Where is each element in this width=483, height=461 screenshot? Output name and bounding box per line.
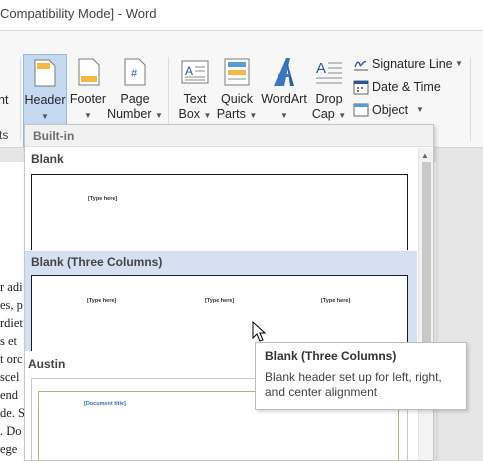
drop-cap-label-line2: Cap (311, 107, 335, 121)
object-icon (353, 103, 369, 117)
tooltip-description: Blank header set up for left, right, and… (265, 370, 442, 399)
tooltip: Blank (Three Columns) Blank header set u… (255, 342, 467, 410)
date-time-icon (353, 80, 369, 95)
page-number-label-line1: Page (120, 92, 150, 106)
chevron-down-icon: ▼ (203, 111, 212, 120)
chevron-down-icon: ▼ (280, 111, 288, 120)
chevron-down-icon: ▼ (455, 59, 463, 68)
partial-left-button-label[interactable]: nt (0, 93, 8, 108)
doc-text-line: de. S (0, 406, 25, 420)
wordart-label: WordArt (261, 92, 307, 106)
doc-text-line: rdiet (0, 316, 23, 330)
header-gallery-dropdown: Built-in Blank [Type here] Blank (Three … (24, 124, 434, 461)
gallery-category-label: Built-in (33, 129, 75, 143)
placeholder-text: [Type here] (205, 298, 235, 304)
doc-text-line: end (0, 388, 19, 402)
window-title: Compatibility Mode] - Word (0, 6, 157, 21)
object-label: Object (372, 103, 409, 117)
drop-cap-label-line1: Drop (315, 92, 343, 106)
text-box-label-line1: Text (183, 92, 207, 106)
object-button[interactable]: Object ▼ (351, 101, 467, 121)
placeholder-text: [Type here] (88, 196, 118, 202)
signature-line-icon (354, 60, 368, 71)
tooltip-title: Blank (Three Columns) (265, 349, 397, 363)
doc-text-line: r adi (0, 280, 23, 294)
signature-line-label: Signature Line (372, 57, 453, 71)
wordart-icon (274, 58, 294, 86)
ribbon-separator (20, 57, 21, 141)
gallery-item-blank[interactable]: Blank [Type here] (25, 148, 417, 250)
gallery-item-label: Blank (Three Columns) (31, 255, 163, 269)
svg-text:#: # (131, 68, 138, 80)
doc-text-line: t orc (0, 352, 23, 366)
placeholder-text: [Document title] (84, 401, 126, 407)
gallery-category-header: Built-in (25, 125, 433, 147)
footer-button-label: Footer (69, 92, 107, 106)
placeholder-text: [Type here] (321, 298, 351, 304)
header-thumbnail: [Type here] (31, 174, 408, 250)
text-box-icon: A (181, 60, 209, 84)
doc-text-line: ege (0, 442, 18, 456)
gallery-scrollbar[interactable]: ▲ (418, 148, 433, 460)
header-icon (34, 59, 56, 87)
chevron-down-icon: ▼ (249, 111, 258, 120)
pointer-cursor-icon (252, 321, 267, 342)
doc-text-line: . Do (0, 424, 22, 438)
scrollbar-thumb[interactable] (422, 162, 431, 352)
title-bar: Compatibility Mode] - Word (0, 0, 483, 30)
chevron-down-icon: ▼ (41, 112, 49, 121)
header-thumbnail: [Type here] [Type here] [Type here] (31, 275, 408, 351)
partial-group-label: ts (0, 128, 9, 142)
ribbon-separator (470, 57, 471, 141)
svg-text:A: A (316, 60, 326, 77)
quick-parts-label-line1: Quick (221, 92, 253, 106)
drop-cap-icon: A (316, 60, 342, 84)
doc-text-line: es, p (0, 298, 23, 312)
date-time-label: Date & Time (372, 80, 441, 94)
doc-text-line: s et (0, 334, 18, 348)
text-box-label-line2: Box (178, 107, 201, 121)
chevron-down-icon: ▼ (416, 105, 424, 114)
quick-parts-icon (224, 58, 250, 86)
page-number-label-line2: Number (107, 107, 152, 121)
signature-line-button[interactable]: Signature Line ▼ (351, 55, 467, 75)
page-number-icon: # (124, 58, 146, 86)
footer-icon (78, 58, 100, 86)
quick-parts-label-line2: Parts (216, 107, 246, 121)
chevron-down-icon: ▼ (155, 111, 163, 120)
scroll-up-icon[interactable]: ▲ (421, 151, 429, 160)
gallery-item-blank-three-columns[interactable]: Blank (Three Columns) [Type here] [Type … (25, 251, 417, 351)
chevron-down-icon: ▼ (84, 111, 92, 120)
gallery-item-label: Austin (28, 357, 66, 371)
date-time-button[interactable]: Date & Time (351, 78, 467, 98)
svg-text:A: A (185, 64, 193, 78)
chevron-down-icon: ▼ (338, 111, 347, 120)
doc-text-line: scel (0, 370, 20, 384)
header-button-label: Header (24, 93, 66, 107)
gallery-item-label: Blank (31, 152, 64, 166)
placeholder-text: [Type here] (87, 298, 117, 304)
